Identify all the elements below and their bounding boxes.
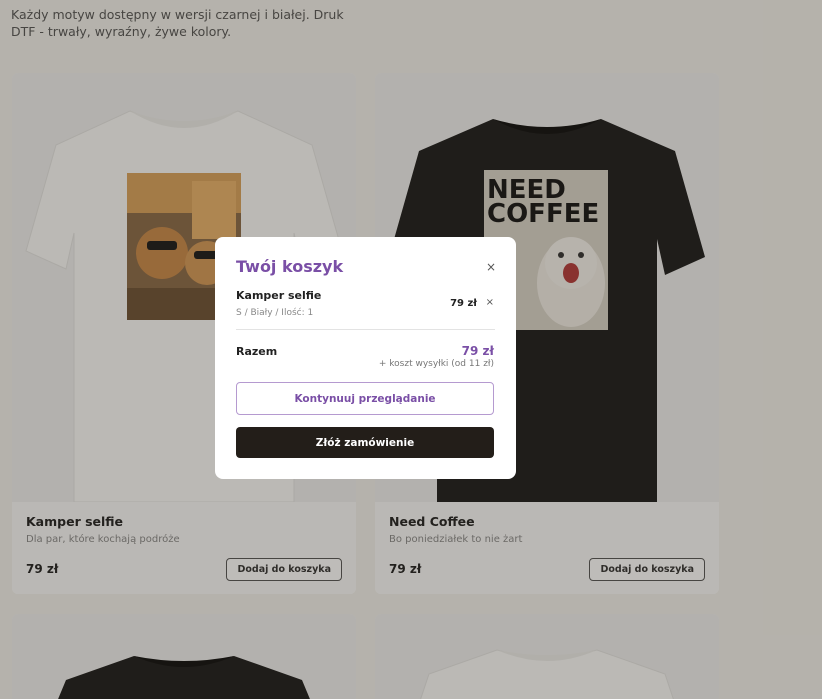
total-value: 79 zł: [461, 344, 494, 358]
divider: [236, 329, 495, 330]
total-label: Razem: [236, 345, 278, 358]
continue-shopping-button[interactable]: Kontynuuj przeglądanie: [236, 382, 494, 415]
cart-modal: Twój koszyk × Kamper selfie S / Biały / …: [215, 237, 516, 479]
cart-item-name: Kamper selfie: [236, 289, 322, 302]
remove-item-icon[interactable]: ×: [486, 297, 494, 308]
cart-item-variant: S / Biały / Ilość: 1: [236, 308, 314, 318]
close-icon[interactable]: ×: [486, 260, 496, 274]
checkout-button[interactable]: Złóż zamówienie: [236, 427, 494, 458]
cart-title: Twój koszyk: [236, 257, 344, 276]
shipping-note: + koszt wysyłki (od 11 zł): [378, 359, 494, 369]
cart-item-price: 79 zł: [450, 298, 477, 309]
